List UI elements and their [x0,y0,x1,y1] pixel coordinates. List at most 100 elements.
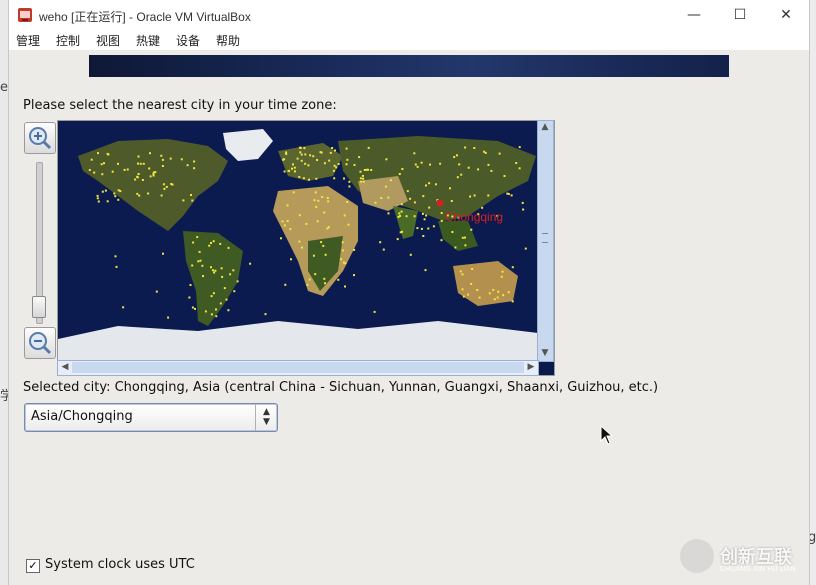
city-dot[interactable] [139,162,142,165]
city-dot[interactable] [201,264,204,267]
city-dot[interactable] [111,170,114,173]
city-dot[interactable] [301,246,303,249]
map-vertical-scrollbar[interactable]: ▲ ▼ [537,120,554,362]
city-dot[interactable] [333,177,336,180]
city-dot[interactable] [148,167,151,170]
city-dot[interactable] [425,184,427,187]
city-dot[interactable] [204,310,207,313]
menu-item-help[interactable]: 帮助 [216,32,240,49]
city-dot[interactable] [323,162,326,165]
city-dot[interactable] [225,298,228,301]
city-dot[interactable] [302,177,305,180]
city-dot[interactable] [335,166,338,169]
city-dot[interactable] [360,180,363,183]
menu-item-devices[interactable]: 设备 [176,32,200,49]
city-dot[interactable] [487,163,490,166]
city-dot[interactable] [344,262,347,265]
city-dot[interactable] [498,152,501,155]
city-dot[interactable] [211,269,214,272]
city-dot[interactable] [328,159,331,162]
city-dot[interactable] [500,275,503,278]
city-dot[interactable] [138,194,141,197]
city-dot[interactable] [344,285,346,288]
city-dot[interactable] [414,163,417,166]
city-dot[interactable] [227,309,230,312]
scroll-down-arrow-icon[interactable]: ▼ [538,347,552,360]
city-dot[interactable] [193,160,196,163]
city-dot[interactable] [416,165,419,168]
menu-item-manage[interactable]: 管理 [16,32,40,49]
city-dot[interactable] [461,236,464,239]
world-map-image[interactable]: Chongqing [58,121,538,361]
city-dot[interactable] [413,152,416,155]
city-dot[interactable] [326,197,329,199]
city-dot[interactable] [152,174,155,177]
city-dot[interactable] [298,176,301,178]
city-dot[interactable] [425,214,428,217]
city-dot[interactable] [283,170,286,173]
city-dot[interactable] [421,212,424,215]
city-dot[interactable] [321,196,324,198]
city-dot[interactable] [227,246,230,249]
city-dot[interactable] [324,253,327,256]
city-dot[interactable] [524,247,527,250]
city-dot[interactable] [314,191,317,194]
city-dot[interactable] [117,189,120,192]
city-dot[interactable] [413,215,416,218]
city-dot[interactable] [215,308,217,311]
city-dot[interactable] [317,199,320,202]
city-dot[interactable] [197,260,200,263]
city-dot[interactable] [503,175,506,177]
city-dot[interactable] [165,185,168,188]
city-dot[interactable] [316,159,318,161]
city-dot[interactable] [496,296,499,299]
city-dot[interactable] [518,146,521,149]
city-dot[interactable] [182,199,185,202]
city-dot[interactable] [215,315,218,318]
city-dot[interactable] [308,178,310,181]
city-dot[interactable] [423,218,426,221]
city-dot[interactable] [186,164,189,167]
minimize-button[interactable]: — [671,0,717,30]
city-dot[interactable] [312,155,315,158]
city-dot[interactable] [117,162,119,165]
city-dot[interactable] [387,212,390,215]
city-dot[interactable] [202,275,204,278]
city-dot[interactable] [103,162,105,165]
city-dot[interactable] [191,199,194,202]
zoom-in-button[interactable] [24,122,56,154]
city-dot[interactable] [126,168,129,171]
menu-item-control[interactable]: 控制 [56,32,80,49]
city-dot[interactable] [346,158,349,161]
city-dot[interactable] [304,162,307,165]
city-dot[interactable] [313,199,316,202]
city-dot[interactable] [515,162,518,164]
city-dot[interactable] [428,182,431,185]
city-dot[interactable] [307,164,310,167]
city-dot[interactable] [190,194,192,196]
city-dot[interactable] [233,290,236,293]
city-dot[interactable] [337,163,340,165]
city-dot[interactable] [343,177,345,180]
city-dot[interactable] [358,156,361,159]
city-dot[interactable] [456,154,458,157]
city-dot[interactable] [478,296,481,299]
city-dot[interactable] [331,147,334,149]
city-dot[interactable] [219,242,222,245]
city-dot[interactable] [464,146,467,149]
city-dot[interactable] [464,236,466,239]
city-dot[interactable] [451,231,454,233]
city-dot[interactable] [223,287,226,290]
city-dot[interactable] [332,169,335,172]
city-dot[interactable] [429,163,431,166]
city-dot[interactable] [221,275,224,278]
city-dot[interactable] [346,201,349,203]
city-dot[interactable] [398,173,401,175]
city-dot[interactable] [161,165,164,167]
city-dot[interactable] [293,166,296,169]
city-dot[interactable] [114,255,117,258]
city-dot[interactable] [469,195,472,198]
city-dot[interactable] [400,203,403,206]
city-dot[interactable] [473,147,476,149]
city-dot[interactable] [363,169,366,171]
